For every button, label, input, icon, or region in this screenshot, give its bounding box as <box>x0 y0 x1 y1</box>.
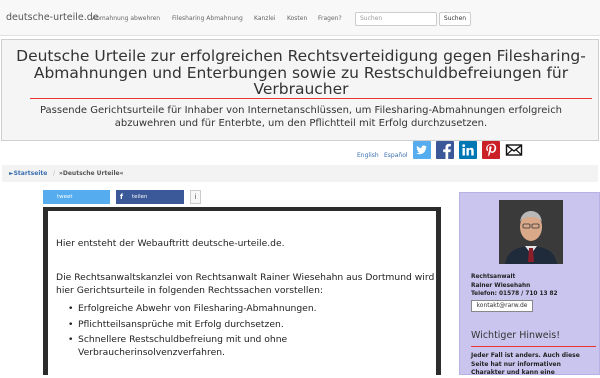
nav-link-filesharing-abmahnung[interactable]: Filesharing Abmahnung <box>172 15 243 22</box>
share-info-button[interactable]: i <box>190 190 201 204</box>
list-item: Pflichtteilsansprüche mit Erfolg durchse… <box>68 319 433 332</box>
contact-email-button[interactable]: kontakt@rarw.de <box>471 300 533 312</box>
search-input[interactable]: Suchen <box>355 12 437 26</box>
hint-text: Jeder Fall ist anders. Auch diese Seite … <box>471 352 580 376</box>
header-divider <box>30 98 592 99</box>
breadcrumb-separator: / <box>53 170 56 177</box>
pinterest-icon[interactable] <box>482 141 500 159</box>
tweet-button-label: tweet <box>57 194 73 200</box>
hint-divider <box>471 346 596 347</box>
linkedin-icon[interactable] <box>459 141 477 159</box>
nav-link-abmahnung-abwehren[interactable]: Abmahnung abwehren <box>92 15 160 22</box>
top-navbar: deutsche-urteile.de Abmahnung abwehren F… <box>0 0 600 36</box>
site-brand[interactable]: deutsche-urteile.de <box>6 12 99 23</box>
content-paragraph: Die Rechtsanwaltskanzlei von Rechtsanwal… <box>56 272 435 296</box>
contact-sidebar: Rechtsanwalt Rainer Wiesehahn Telefon: 0… <box>459 192 600 376</box>
twitter-icon[interactable] <box>413 141 431 159</box>
language-link-english[interactable]: English <box>357 152 379 159</box>
list-item: Schnellere Restschuldbefreiung mit und o… <box>68 334 433 359</box>
page-title: Deutsche Urteile zur erfolgreichen Recht… <box>16 47 586 98</box>
content-intro: Hier entsteht der Webauftritt deutsche-u… <box>56 238 285 249</box>
page-header: Deutsche Urteile zur erfolgreichen Recht… <box>1 39 599 141</box>
facebook-icon[interactable] <box>436 141 454 159</box>
list-item: Erfolgreiche Abwehr von Filesharing-Abma… <box>68 303 433 316</box>
breadcrumb-home[interactable]: ►Startseite <box>9 165 47 182</box>
contact-details: Rechtsanwalt Rainer Wiesehahn Telefon: 0… <box>471 273 558 299</box>
main-content: Hier entsteht der Webauftritt deutsche-u… <box>43 207 441 375</box>
lawyer-photo <box>499 200 563 264</box>
breadcrumb: ►Startseite / »Deutsche Urteile« <box>2 165 598 182</box>
facebook-f-icon: f <box>120 193 124 201</box>
nav-link-kanzlei[interactable]: Kanzlei <box>254 15 275 22</box>
search-button[interactable]: Suchen <box>439 12 471 26</box>
contact-phone[interactable]: Telefon: 01578 / 710 13 82 <box>471 290 558 299</box>
tweet-button[interactable]: tweet <box>43 190 110 204</box>
contact-role: Rechtsanwalt <box>471 274 516 280</box>
hint-title: Wichtiger Hinweis! <box>471 330 561 341</box>
nav-link-fragen[interactable]: Fragen? <box>318 15 342 22</box>
facebook-share-label: teilen <box>132 194 148 200</box>
facebook-share-button[interactable]: f teilen <box>116 190 184 204</box>
page-subtitle: Passende Gerichtsurteile für Inhaber von… <box>39 105 563 129</box>
language-link-espanol[interactable]: Español <box>384 152 408 159</box>
nav-link-kosten[interactable]: Kosten <box>287 15 307 22</box>
email-icon[interactable] <box>505 141 523 159</box>
breadcrumb-current: »Deutsche Urteile« <box>59 170 124 177</box>
content-list: Erfolgreiche Abwehr von Filesharing-Abma… <box>68 303 433 362</box>
contact-name: Rainer Wiesehahn <box>471 282 531 289</box>
